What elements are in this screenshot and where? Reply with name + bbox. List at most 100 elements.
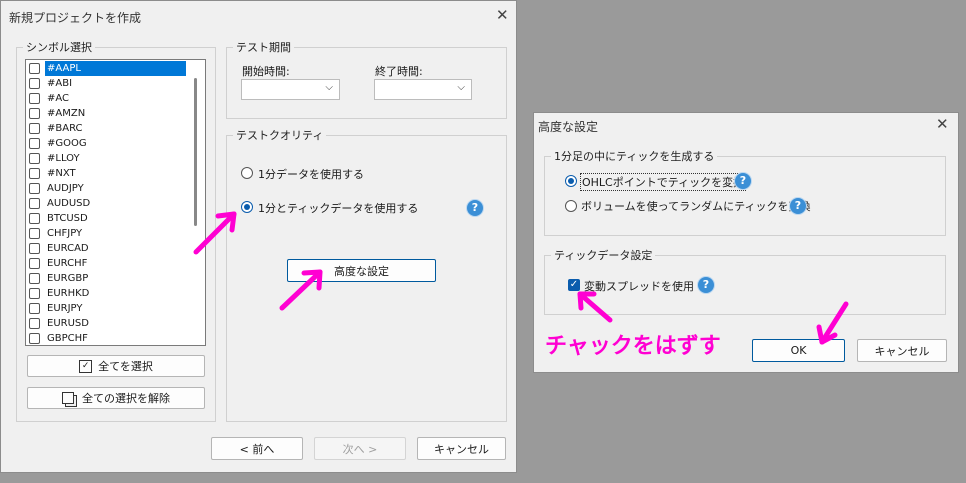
symbol-list-item[interactable]: #AMZN	[26, 106, 186, 121]
select-all-button[interactable]: ✓ 全てを選択	[27, 355, 205, 377]
symbol-label: #LLOY	[47, 153, 80, 164]
symbol-label: AUDUSD	[47, 198, 91, 209]
symbol-list-item[interactable]: EURHKD	[26, 286, 186, 301]
ok-label: OK	[790, 344, 807, 357]
deselect-all-button[interactable]: 全ての選択を解除	[27, 387, 205, 409]
symbol-list-item[interactable]: CHFJPY	[26, 226, 186, 241]
symbol-group-label: シンボル選択	[26, 41, 92, 54]
next-label: 次へ >	[342, 442, 378, 456]
symbol-checkbox[interactable]	[29, 213, 40, 224]
symbol-list-item[interactable]: #NXT	[26, 166, 186, 181]
symbol-label: CHFJPY	[47, 228, 83, 239]
help-icon[interactable]: ?	[467, 200, 483, 216]
symbol-list-item[interactable]: #LLOY	[26, 151, 186, 166]
symbol-checkbox[interactable]	[29, 333, 40, 344]
create-project-window: 新規プロジェクトを作成 ✕ シンボル選択 #AAPL #ABI #AC #AMZN #B…	[0, 0, 517, 473]
symbol-list-item[interactable]: GBPCHF	[26, 331, 186, 345]
back-label: < 前へ	[239, 442, 275, 456]
symbol-checkbox[interactable]	[29, 78, 40, 89]
one-minute-data-radio[interactable]	[241, 167, 253, 179]
symbol-label: EURHKD	[47, 288, 90, 299]
symbol-list-item[interactable]: #ABI	[26, 76, 186, 91]
symbol-checkbox[interactable]	[29, 138, 40, 149]
symbol-checkbox[interactable]	[29, 123, 40, 134]
symbol-label: BTCUSD	[47, 213, 88, 224]
close-icon[interactable]: ✕	[936, 117, 949, 132]
symbol-label: EURCHF	[47, 258, 88, 269]
symbol-list-item[interactable]: #GOOG	[26, 136, 186, 151]
annotation-arrow-icon	[816, 301, 849, 345]
start-time-select[interactable]: ⌵	[241, 79, 340, 100]
symbol-label: AUDJPY	[47, 183, 84, 194]
symbol-label: #AMZN	[47, 108, 86, 119]
symbol-label: #GOOG	[47, 138, 87, 149]
symbol-checkbox[interactable]	[29, 288, 40, 299]
symbol-checkbox[interactable]	[29, 153, 40, 164]
dialog-cancel-button[interactable]: キャンセル	[857, 339, 947, 362]
symbol-list[interactable]: #AAPL #ABI #AC #AMZN #BARC #GOOG #LLOY #NXT AUDJ…	[25, 59, 206, 346]
symbol-checkbox[interactable]	[29, 273, 40, 284]
symbol-checkbox[interactable]	[29, 93, 40, 104]
help-icon[interactable]: ?	[790, 198, 806, 214]
symbol-checkbox[interactable]	[29, 63, 40, 74]
symbol-checkbox[interactable]	[29, 258, 40, 269]
symbol-label: #AAPL	[45, 61, 186, 76]
volume-random-label[interactable]: ボリュームを使ってランダムにティックを変換	[581, 198, 810, 214]
end-time-label: 終了時間:	[375, 65, 423, 78]
symbol-label: EURUSD	[47, 318, 89, 329]
one-minute-data-label[interactable]: 1分データを使用する	[258, 166, 364, 182]
annotation-arrow-icon	[193, 211, 237, 255]
cancel-label: キャンセル	[434, 442, 489, 456]
cancel-button[interactable]: キャンセル	[417, 437, 506, 460]
symbol-list-item[interactable]: BTCUSD	[26, 211, 186, 226]
close-icon[interactable]: ✕	[496, 8, 509, 23]
end-time-select[interactable]: ⌵	[374, 79, 472, 100]
symbol-label: #AC	[47, 93, 70, 104]
symbol-checkbox[interactable]	[29, 303, 40, 314]
advanced-settings-label: 高度な設定	[334, 264, 389, 278]
tick-generation-group: 1分足の中にティックを生成する	[544, 148, 946, 236]
annotation-text: チャックをはずす	[545, 334, 721, 359]
annotation-arrow-icon	[279, 269, 323, 311]
back-button[interactable]: < 前へ	[211, 437, 303, 460]
symbol-checkbox[interactable]	[29, 183, 40, 194]
symbol-list-item[interactable]: EURJPY	[26, 301, 186, 316]
help-icon[interactable]: ?	[698, 277, 714, 293]
symbol-label: #ABI	[47, 78, 73, 89]
symbol-checkbox[interactable]	[29, 168, 40, 179]
symbol-label: #BARC	[47, 123, 83, 134]
symbol-list-item[interactable]: EURUSD	[26, 316, 186, 331]
annotation-arrow-icon	[577, 291, 613, 323]
symbol-list-item[interactable]: EURCHF	[26, 256, 186, 271]
symbol-checkbox[interactable]	[29, 228, 40, 239]
test-quality-label: テストクオリティ	[236, 129, 324, 142]
symbol-checkbox[interactable]	[29, 108, 40, 119]
dialog-cancel-label: キャンセル	[874, 344, 930, 358]
chevron-down-icon: ⌵	[325, 82, 333, 93]
symbol-list-item[interactable]: EURCAD	[26, 241, 186, 256]
minute-and-tick-label[interactable]: 1分とティックデータを使用する	[258, 200, 418, 216]
ohlc-radio[interactable]	[565, 175, 577, 187]
symbol-checkbox[interactable]	[29, 318, 40, 329]
symbol-checkbox[interactable]	[29, 198, 40, 209]
symbol-list-item[interactable]: AUDJPY	[26, 181, 186, 196]
deselect-all-label: 全ての選択を解除	[82, 392, 170, 405]
dialog-title: 高度な設定	[538, 120, 599, 134]
symbol-list-item[interactable]: #BARC	[26, 121, 186, 136]
symbol-label: EURCAD	[47, 243, 89, 254]
symbol-list-item[interactable]: EURGBP	[26, 271, 186, 286]
tick-data-label: ティックデータ設定	[554, 249, 653, 262]
volume-random-radio[interactable]	[565, 200, 577, 212]
symbol-list-item[interactable]: #AC	[26, 91, 186, 106]
symbol-list-item[interactable]: AUDUSD	[26, 196, 186, 211]
symbol-label: EURJPY	[47, 303, 83, 314]
symbol-label: #NXT	[47, 168, 76, 179]
symbol-checkbox[interactable]	[29, 243, 40, 254]
ohlc-label[interactable]: OHLCポイントでティックを変換	[580, 173, 747, 191]
symbol-list-item[interactable]: #AAPL	[26, 61, 186, 76]
chevron-down-icon: ⌵	[457, 82, 465, 93]
tick-generation-label: 1分足の中にティックを生成する	[554, 150, 715, 163]
deselect-all-icon	[62, 392, 74, 404]
next-button: 次へ >	[314, 437, 406, 460]
help-icon[interactable]: ?	[735, 173, 751, 189]
